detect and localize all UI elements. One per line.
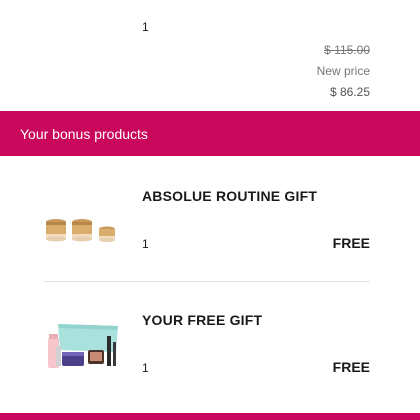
bonus-item: YOUR FREE GIFT 1 FREE [0,294,420,406]
cart-page: 1 $ 115.00 New price $ 86.25 Your bonus … [0,0,420,420]
bottom-accent-bar [0,413,420,420]
bonus-item-price: FREE [332,235,370,251]
top-item-price-block: $ 115.00 New price $ 86.25 [317,40,370,103]
original-price: $ 115.00 [324,43,370,57]
gift-set-image [48,324,118,368]
bonus-item-title: YOUR FREE GIFT [142,312,263,328]
bonus-products-banner: Your bonus products [0,111,420,156]
top-item-quantity: 1 [142,20,149,34]
bonus-item-quantity: 1 [142,361,149,375]
bonus-item-title: ABSOLUE ROUTINE GIFT [142,188,318,204]
new-price-label: New price [316,64,370,78]
item-divider [44,281,370,282]
new-price: $ 86.25 [329,85,370,99]
bonus-item: ABSOLUE ROUTINE GIFT 1 FREE [0,170,420,282]
cream-jars-image [46,219,115,242]
bonus-item-price: FREE [332,359,370,375]
bonus-item-quantity: 1 [142,237,149,251]
bonus-products-title: Your bonus products [20,125,148,142]
